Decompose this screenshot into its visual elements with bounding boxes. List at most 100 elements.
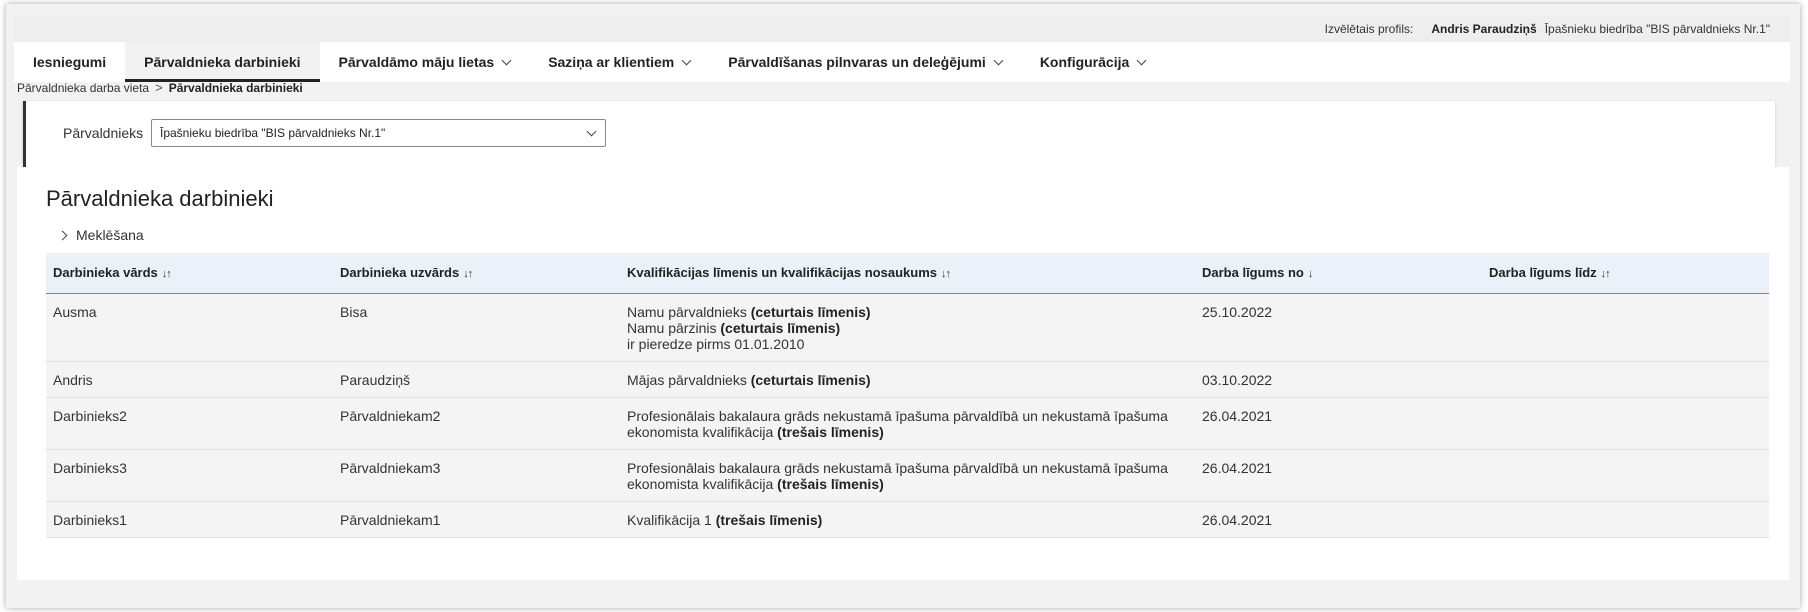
column-header[interactable]: Darba līgums no ↓ — [1195, 253, 1482, 294]
nav-tab-3[interactable]: Pārvaldāmo māju lietas — [320, 42, 530, 82]
table-header-row: Darbinieka vārds ↓↑ Darbinieka uzvārds ↓↑ Kv… — [46, 253, 1769, 294]
cell-qualification: Profesionālais bakalaura grāds nekustamā… — [620, 397, 1195, 449]
qualification-level: (ceturtais līmenis) — [750, 371, 871, 388]
column-header-label: Darba līgums no — [1202, 265, 1304, 281]
sort-icon[interactable]: ↓↑ — [162, 268, 172, 280]
sort-icon[interactable]: ↓ — [1308, 268, 1313, 280]
qualification-name: Namu pārvaldnieks — [627, 303, 751, 320]
qualification-level: (trešais līmenis) — [777, 475, 884, 492]
qualification-line: Profesionālais bakalaura grāds nekustamā… — [627, 408, 1188, 440]
qualification-name: Profesionālais bakalaura grāds nekustamā… — [627, 459, 1168, 492]
app-window: Izvēlētais profils: Andris Paraudziņš Īp… — [6, 4, 1800, 608]
chevron-right-icon — [57, 230, 68, 240]
cell-first-name: Ausma — [53, 303, 97, 320]
table-row[interactable]: Darbinieks3 Pārvaldniekam3 Profesionālais … — [46, 449, 1769, 501]
nav-tab-5[interactable]: Pārvaldīšanas pilnvaras un deleģējumi — [709, 42, 1021, 82]
cell-contract-to — [1482, 501, 1769, 537]
chevron-down-icon — [993, 55, 1004, 65]
cell-contract-from: 26.04.2021 — [1202, 511, 1273, 528]
qualification-line: ir pieredze pirms 01.01.2010 — [627, 336, 1188, 352]
sort-icon[interactable]: ↓↑ — [941, 268, 951, 280]
breadcrumb-parent[interactable]: Pārvaldnieka darba vieta — [17, 81, 149, 95]
column-header[interactable]: Darba līgums līdz ↓↑ — [1482, 253, 1769, 294]
cell-last-name: Bisa — [340, 303, 368, 320]
column-header-label: Darba līgums līdz — [1489, 265, 1597, 281]
nav-tab-label: Saziņa ar klientiem — [548, 54, 675, 70]
breadcrumb-separator-icon: > — [155, 80, 163, 95]
employees-table: Darbinieka vārds ↓↑ Darbinieka uzvārds ↓↑ Kv… — [46, 253, 1769, 538]
qualification-name: Namu pārzinis — [627, 319, 721, 336]
cell-last-name: Pārvaldniekam1 — [340, 511, 441, 528]
cell-contract-to — [1482, 293, 1769, 361]
cell-contract-to — [1482, 361, 1769, 397]
table-row[interactable]: Darbinieks1 Pārvaldniekam1 Kvalifikācija 1… — [46, 501, 1769, 537]
organization-name: Īpašnieku biedrība "BIS pārvaldnieks Nr.… — [1544, 22, 1770, 36]
profile-label: Izvēlētais profils: — [1324, 22, 1414, 36]
nav-tab-6[interactable]: Konfigurācija — [1021, 42, 1164, 82]
cell-qualification: Mājas pārvaldnieks (ceturtais līmenis) — [620, 361, 1195, 397]
qualification-line: Kvalifikācija 1 (trešais līmenis) — [627, 512, 1188, 528]
table-row[interactable]: Ausma Bisa Namu pārvaldnieks (ceturtais lī… — [46, 293, 1769, 361]
cell-first-name: Darbinieks1 — [53, 511, 127, 528]
cell-first-name: Darbinieks2 — [53, 407, 127, 424]
breadcrumb: Pārvaldnieka darba vieta > Pārvaldnieka … — [17, 80, 303, 95]
nav-tab-4[interactable]: Saziņa ar klientiem — [529, 42, 709, 82]
manager-select[interactable]: Īpašnieku biedrība "BIS pārvaldnieks Nr.… — [151, 119, 606, 147]
chevron-down-icon — [681, 55, 692, 65]
table-row[interactable]: Darbinieks2 Pārvaldniekam2 Profesionālais … — [46, 397, 1769, 449]
cell-last-name: Pārvaldniekam3 — [340, 459, 441, 476]
qualification-level: (trešais līmenis) — [777, 423, 884, 440]
breadcrumb-current: Pārvaldnieka darbinieki — [168, 80, 303, 95]
column-header[interactable]: Darbinieka uzvārds ↓↑ — [333, 253, 620, 294]
main-nav: Iesniegumi Pārvaldnieka darbinieki Pārvald… — [14, 42, 1790, 82]
filter-panel: Pārvaldnieks Īpašnieku biedrība "BIS pār… — [23, 101, 1775, 167]
chevron-down-icon — [1136, 55, 1147, 65]
search-toggle-label: Meklēšana — [76, 227, 144, 243]
column-header-label: Kvalifikācijas līmenis un kvalifikācijas… — [627, 265, 937, 281]
column-header[interactable]: Darbinieka vārds ↓↑ — [46, 253, 333, 294]
column-header-label: Darbinieka vārds — [53, 265, 158, 281]
sort-icon[interactable]: ↓↑ — [1601, 268, 1611, 280]
cell-first-name: Darbinieks3 — [53, 459, 127, 476]
cell-contract-from: 26.04.2021 — [1202, 459, 1273, 476]
qualification-name: Profesionālais bakalaura grāds nekustamā… — [627, 407, 1168, 440]
cell-contract-to — [1482, 449, 1769, 501]
cell-contract-from: 26.04.2021 — [1202, 407, 1273, 424]
qualification-line: Mājas pārvaldnieks (ceturtais līmenis) — [627, 372, 1188, 388]
table-row[interactable]: Andris Paraudziņš Mājas pārvaldnieks (cetu… — [46, 361, 1769, 397]
qualification-level: (trešais līmenis) — [715, 511, 823, 528]
cell-qualification: Kvalifikācija 1 (trešais līmenis) — [620, 501, 1195, 537]
qualification-line: Profesionālais bakalaura grāds nekustamā… — [627, 460, 1188, 492]
qualification-level: (ceturtais līmenis) — [720, 319, 841, 336]
chevron-down-icon — [501, 55, 512, 65]
cell-contract-from: 25.10.2022 — [1202, 303, 1273, 320]
page-title: Pārvaldnieka darbinieki — [46, 186, 274, 211]
qualification-name: Mājas pārvaldnieks — [627, 371, 751, 388]
nav-tab-1[interactable]: Iesniegumi — [14, 42, 125, 82]
nav-tab-label: Pārvaldāmo māju lietas — [338, 54, 495, 70]
nav-tab-label: Pārvaldīšanas pilnvaras un deleģējumi — [728, 54, 986, 70]
sort-icon[interactable]: ↓↑ — [463, 268, 473, 280]
manager-filter-label: Pārvaldnieks — [63, 125, 144, 141]
cell-contract-from: 03.10.2022 — [1202, 371, 1273, 388]
cell-contract-to — [1482, 397, 1769, 449]
table-body: Ausma Bisa Namu pārvaldnieks (ceturtais lī… — [46, 293, 1769, 537]
cell-last-name: Paraudziņš — [340, 371, 411, 388]
nav-tab-label: Konfigurācija — [1039, 54, 1130, 70]
user-name[interactable]: Andris Paraudziņš — [1431, 22, 1536, 36]
nav-tab-2[interactable]: Pārvaldnieka darbinieki — [125, 42, 320, 82]
search-toggle[interactable]: Meklēšana — [57, 227, 144, 243]
qualification-name: ir pieredze pirms 01.01.2010 — [627, 335, 805, 352]
cell-qualification: Profesionālais bakalaura grāds nekustamā… — [620, 449, 1195, 501]
qualification-line: Namu pārzinis (ceturtais līmenis) — [627, 320, 1188, 336]
cell-first-name: Andris — [53, 371, 93, 388]
qualification-line: Namu pārvaldnieks (ceturtais līmenis) — [627, 304, 1188, 320]
cell-qualification: Namu pārvaldnieks (ceturtais līmenis) Nam… — [620, 293, 1195, 361]
nav-tab-label: Iesniegumi — [33, 54, 107, 70]
qualification-level: (ceturtais līmenis) — [750, 303, 871, 320]
cell-last-name: Pārvaldniekam2 — [340, 407, 441, 424]
main-content: Pārvaldnieka darbinieki Meklēšana Darbin… — [17, 167, 1789, 580]
nav-tab-label: Pārvaldnieka darbinieki — [144, 54, 301, 70]
column-header[interactable]: Kvalifikācijas līmenis un kvalifikācijas… — [620, 253, 1195, 294]
chevron-down-icon — [586, 126, 597, 137]
